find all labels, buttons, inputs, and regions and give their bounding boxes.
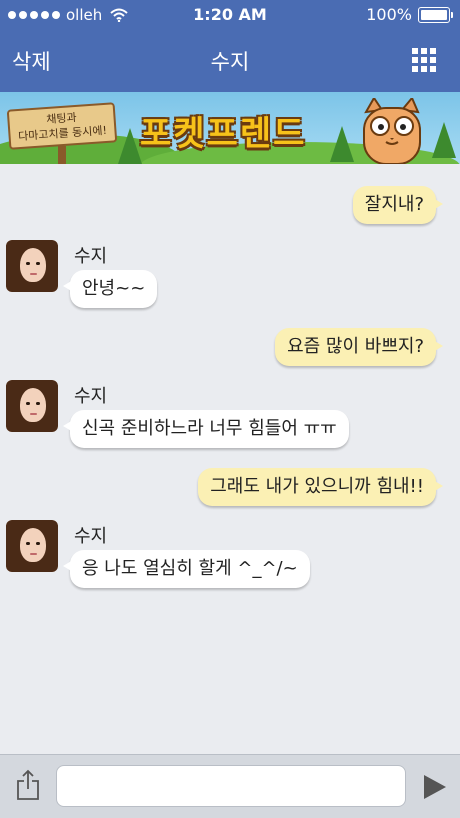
banner-tree — [330, 126, 354, 162]
avatar[interactable] — [6, 380, 58, 432]
avatar[interactable] — [6, 520, 58, 572]
banner-sign: 채팅과 다마고치를 동시에! — [6, 102, 118, 150]
sender-name: 수지 — [74, 386, 108, 407]
message-list: 잘지내? 수지 안녕~~ 요즘 많이 바쁘지? 수지 신곡 준비하느라 너무 힘… — [0, 164, 460, 754]
input-bar — [0, 754, 460, 818]
status-right: 100% — [366, 5, 453, 24]
avatar[interactable] — [6, 240, 58, 292]
grid-menu-icon[interactable] — [412, 48, 436, 72]
outgoing-message[interactable]: 요즘 많이 바쁘지? — [275, 328, 443, 366]
incoming-message[interactable]: 응 나도 열심히 할게 ^_^/~ — [63, 550, 310, 588]
cat-mascot-icon — [363, 98, 421, 164]
chat-title: 수지 — [210, 50, 250, 74]
outgoing-message[interactable]: 잘지내? — [352, 186, 444, 224]
outgoing-message[interactable]: 그래도 내가 있으니까 힘내!! — [198, 468, 443, 506]
banner-tree — [118, 128, 142, 164]
nav-bar: 삭제 수지 — [0, 30, 460, 92]
incoming-message[interactable]: 안녕~~ — [62, 270, 158, 308]
incoming-message[interactable]: 신곡 준비하느라 너무 힘들어 ㅠㅠ — [63, 410, 349, 448]
sender-name: 수지 — [74, 526, 108, 547]
top-bar: olleh 1:20 AM 100% 삭제 수지 — [0, 0, 460, 92]
banner-tree — [432, 122, 456, 158]
share-icon[interactable] — [14, 769, 42, 801]
sender-name: 수지 — [74, 246, 108, 267]
sign-post — [58, 146, 66, 164]
battery-percent: 100% — [366, 5, 412, 24]
message-input[interactable] — [56, 765, 406, 807]
status-bar: olleh 1:20 AM 100% — [0, 0, 460, 30]
send-triangle-icon[interactable] — [420, 773, 448, 801]
banner-title: 포켓프렌드 — [140, 114, 307, 154]
battery-icon — [418, 6, 453, 23]
ad-banner[interactable]: 채팅과 다마고치를 동시에! 포켓프렌드 — [0, 92, 460, 164]
delete-button[interactable]: 삭제 — [12, 46, 51, 76]
